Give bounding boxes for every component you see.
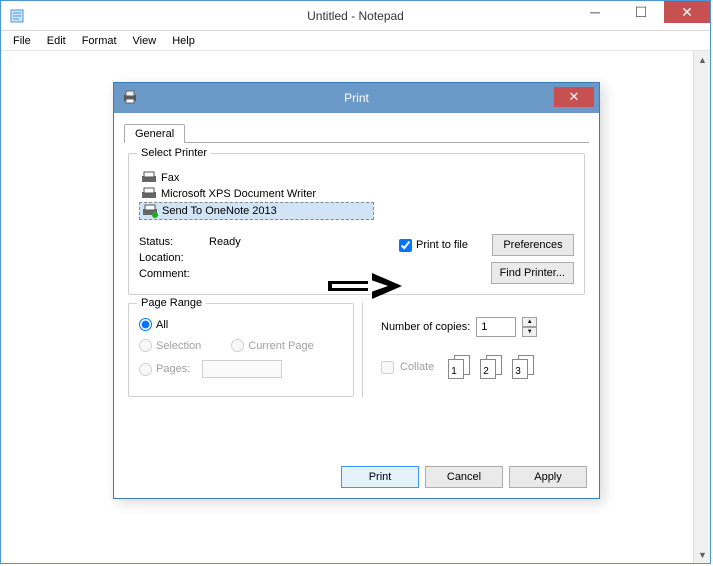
printer-item-fax[interactable]: Fax <box>139 170 574 186</box>
copies-group: Number of copies: ▲ ▼ Collate 1 1 <box>362 303 585 397</box>
apply-button[interactable]: Apply <box>509 466 587 488</box>
printer-icon <box>122 90 138 107</box>
sheet-front: 3 <box>512 359 528 379</box>
collate-page-2: 2 2 <box>480 355 506 379</box>
radio-pages <box>139 363 152 376</box>
dialog-close-button[interactable]: ✕ <box>554 87 594 107</box>
copies-spinner: ▲ ▼ <box>522 317 537 337</box>
cancel-button[interactable]: Cancel <box>425 466 503 488</box>
radio-pages-label: Pages: <box>156 363 190 375</box>
titlebar: Untitled - Notepad ─ ☐ ✕ <box>1 1 710 31</box>
collate-preview: 1 1 2 2 3 3 <box>448 355 538 379</box>
spin-down[interactable]: ▼ <box>522 327 537 337</box>
radio-pages-row: Pages: <box>139 360 343 378</box>
preferences-button[interactable]: Preferences <box>492 234 574 256</box>
sheet-front: 1 <box>448 359 464 379</box>
dialog-title: Print <box>114 91 599 105</box>
print-dialog: Print ✕ General Select Printer Fax Micro… <box>113 82 600 499</box>
page-range-group: Page Range All Selection Current Page <box>128 303 354 397</box>
tab-row: General <box>124 123 589 143</box>
radio-selection-row: Selection <box>139 339 201 352</box>
print-to-file-row[interactable]: Print to file <box>399 239 468 252</box>
spin-up[interactable]: ▲ <box>522 317 537 327</box>
menubar: File Edit Format View Help <box>1 31 710 51</box>
status-value: Ready <box>209 234 309 250</box>
copies-row: Number of copies: ▲ ▼ <box>381 317 585 337</box>
radio-all-label: All <box>156 319 168 331</box>
dialog-footer: Print Cancel Apply <box>341 466 587 488</box>
select-printer-label: Select Printer <box>137 147 211 159</box>
printer-item-xps[interactable]: Microsoft XPS Document Writer <box>139 186 574 202</box>
radio-current-page <box>231 339 244 352</box>
radio-current-row: Current Page <box>231 339 313 352</box>
find-printer-button[interactable]: Find Printer... <box>491 262 574 284</box>
notepad-icon <box>9 8 25 24</box>
status-label: Status: <box>139 234 209 250</box>
printer-label: Microsoft XPS Document Writer <box>161 188 316 200</box>
printer-icon <box>141 187 157 201</box>
collate-label: Collate <box>400 361 434 373</box>
printer-label: Send To OneNote 2013 <box>162 205 277 217</box>
collate-page-1: 1 1 <box>448 355 474 379</box>
radio-current-label: Current Page <box>248 340 313 352</box>
close-button[interactable]: ✕ <box>664 1 710 23</box>
vertical-scrollbar[interactable]: ▲ ▼ <box>693 51 710 563</box>
radio-selection-label: Selection <box>156 340 201 352</box>
comment-label: Comment: <box>139 266 209 282</box>
tab-general[interactable]: General <box>124 124 185 143</box>
radio-all[interactable] <box>139 318 152 331</box>
printer-icon <box>142 204 158 218</box>
pages-input <box>202 360 282 378</box>
print-to-file-checkbox[interactable] <box>399 239 412 252</box>
collate-row: Collate 1 1 2 2 3 3 <box>381 355 585 379</box>
status-row: Status: Location: Comment: Ready Print t… <box>139 234 574 284</box>
scroll-up-arrow[interactable]: ▲ <box>694 51 711 68</box>
dialog-titlebar: Print ✕ <box>114 83 599 113</box>
menu-help[interactable]: Help <box>164 33 203 49</box>
sheet-front: 2 <box>480 359 496 379</box>
menu-format[interactable]: Format <box>74 33 125 49</box>
minimize-button[interactable]: ─ <box>572 1 618 23</box>
printer-list[interactable]: Fax Microsoft XPS Document Writer Send T… <box>139 170 574 220</box>
radio-all-row[interactable]: All <box>139 318 343 331</box>
scroll-down-arrow[interactable]: ▼ <box>694 546 711 563</box>
printer-item-onenote[interactable]: Send To OneNote 2013 <box>139 202 374 220</box>
copies-label: Number of copies: <box>381 321 470 333</box>
menu-file[interactable]: File <box>5 33 39 49</box>
bottom-row: Page Range All Selection Current Page <box>128 303 585 397</box>
maximize-button[interactable]: ☐ <box>618 1 664 23</box>
location-label: Location: <box>139 250 209 266</box>
fax-icon <box>141 171 157 185</box>
select-printer-group: Select Printer Fax Microsoft XPS Documen… <box>128 153 585 295</box>
collate-checkbox <box>381 361 394 374</box>
page-range-title: Page Range <box>137 297 206 309</box>
dialog-body: General Select Printer Fax Microsoft XPS… <box>114 113 599 498</box>
menu-edit[interactable]: Edit <box>39 33 74 49</box>
radio-selection <box>139 339 152 352</box>
window-controls: ─ ☐ ✕ <box>572 1 710 23</box>
collate-page-3: 3 3 <box>512 355 538 379</box>
printer-label: Fax <box>161 172 179 184</box>
menu-view[interactable]: View <box>125 33 165 49</box>
print-to-file-label: Print to file <box>416 239 468 251</box>
copies-input[interactable] <box>476 317 516 337</box>
print-button[interactable]: Print <box>341 466 419 488</box>
